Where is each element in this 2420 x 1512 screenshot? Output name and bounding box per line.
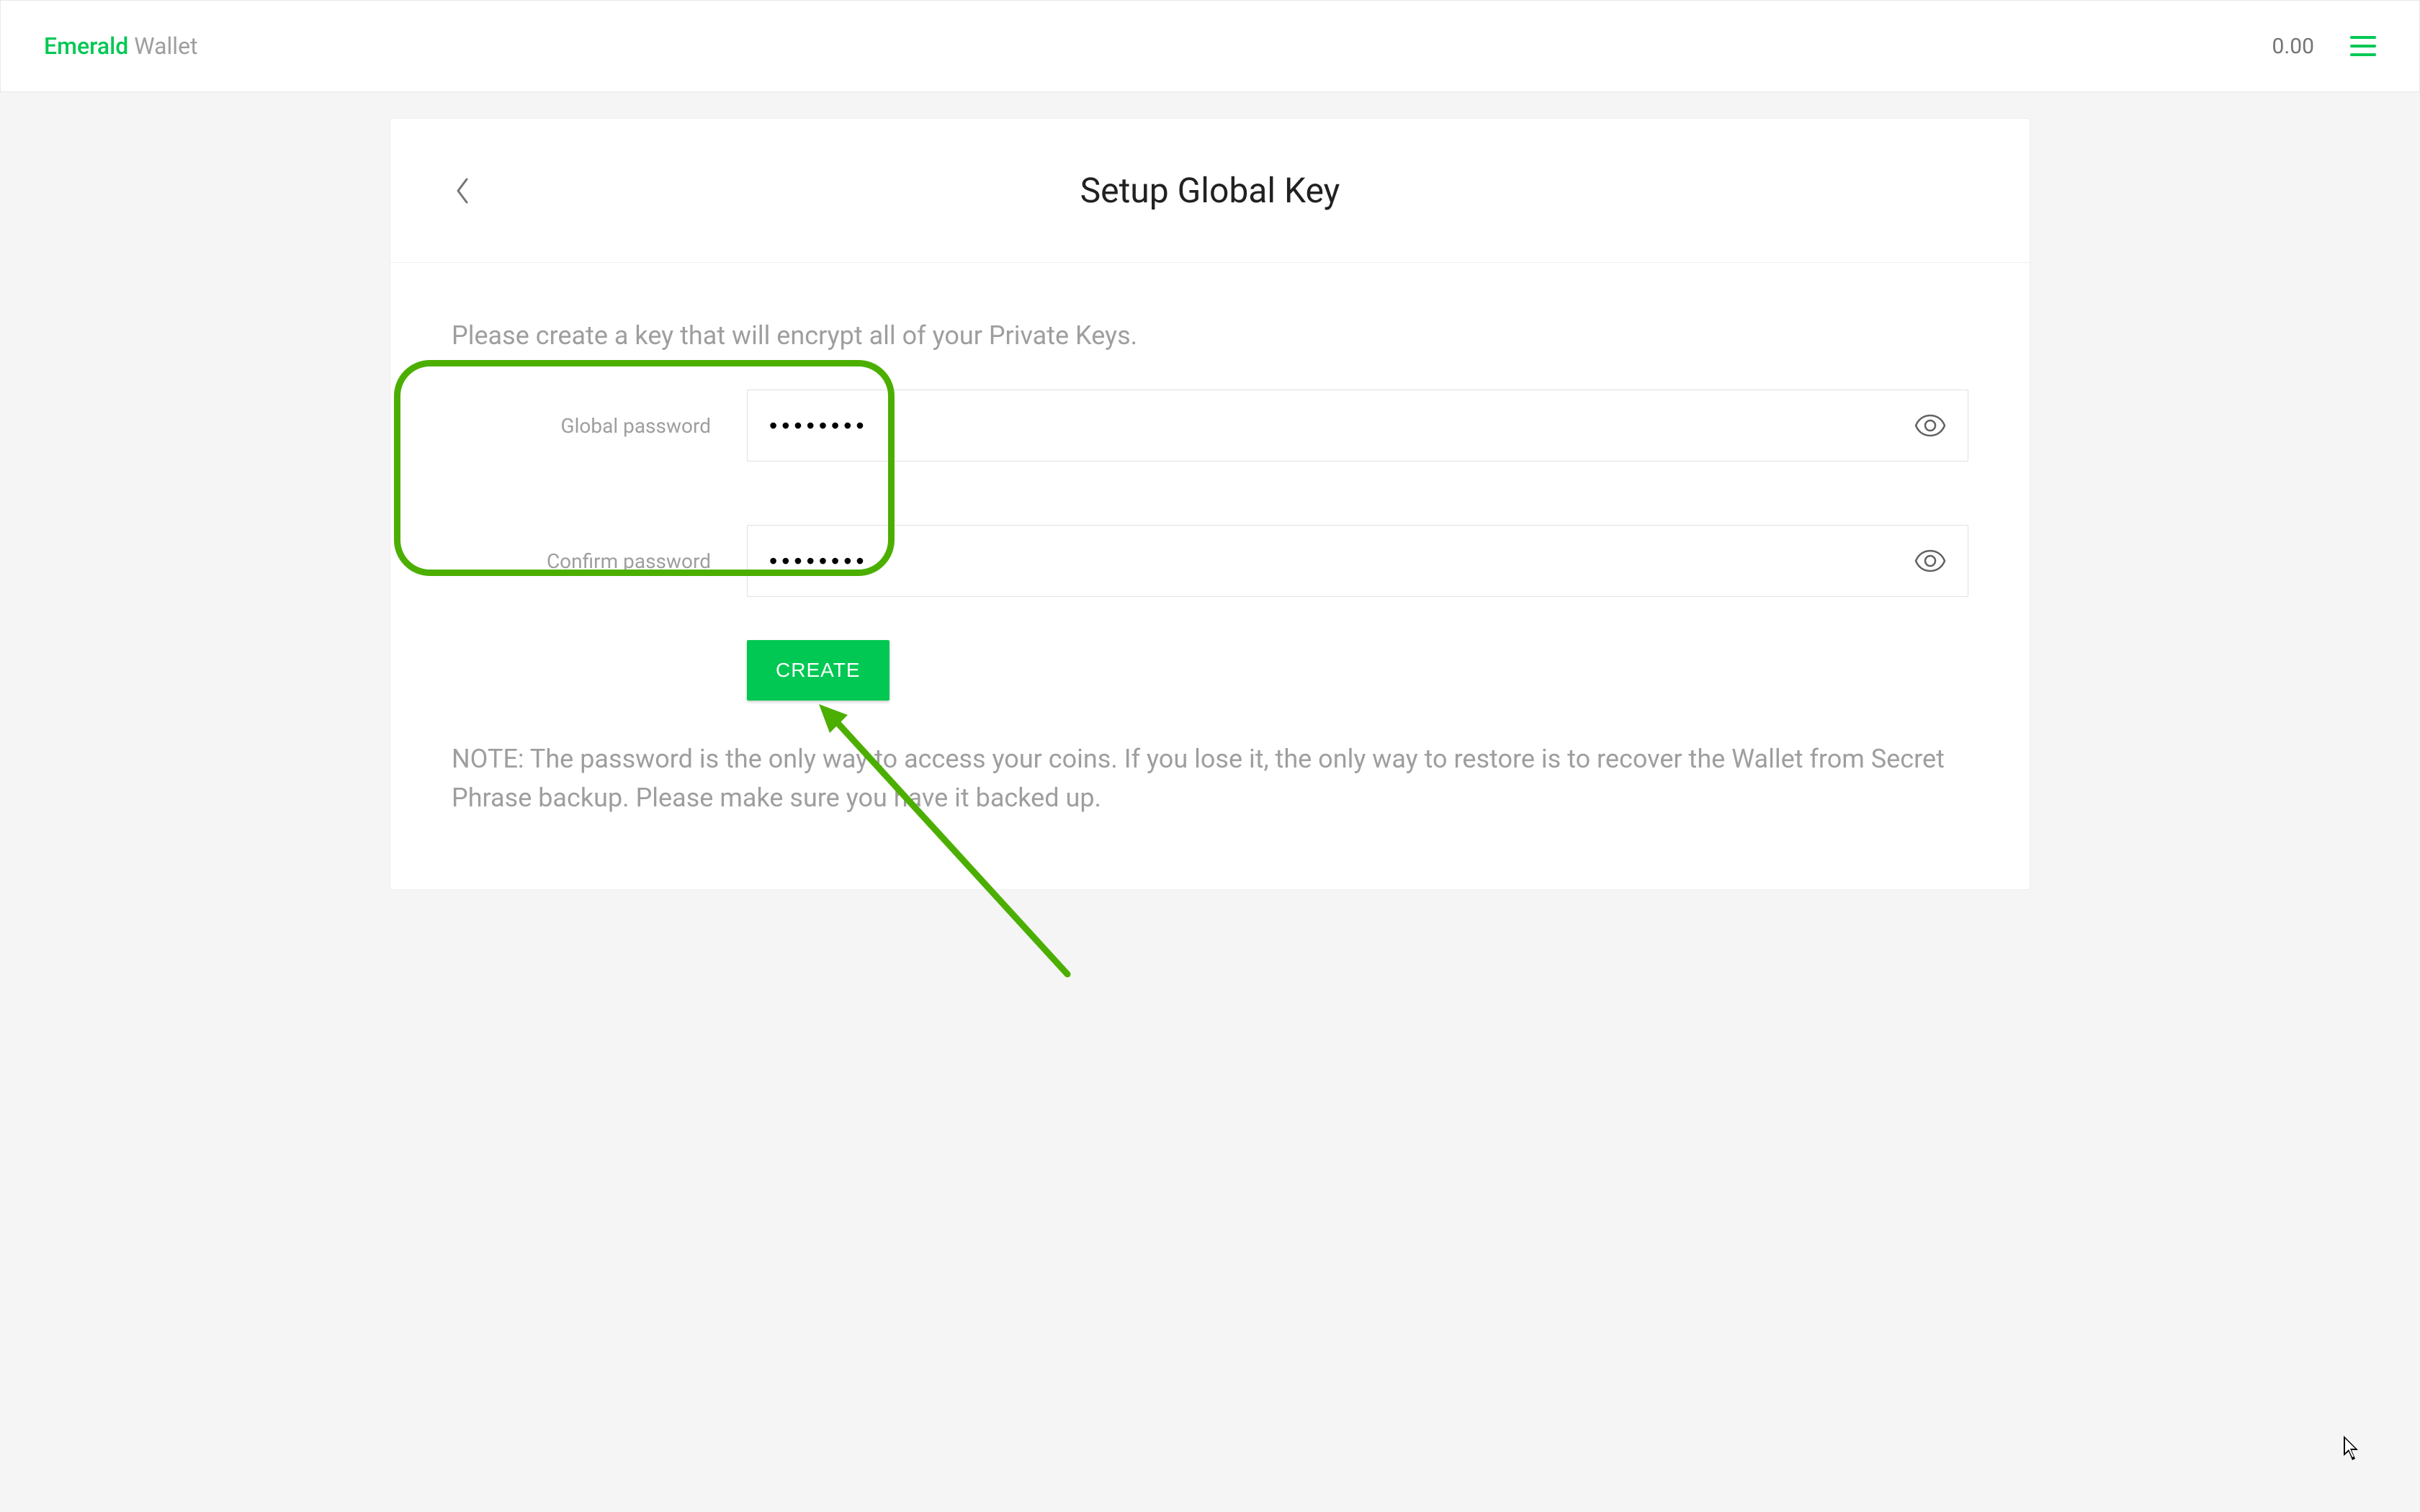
mouse-cursor (2344, 1436, 2361, 1462)
confirm-password-input-wrapper (747, 525, 1968, 597)
global-password-input[interactable] (748, 390, 1893, 461)
global-password-row: Global password (452, 390, 1968, 462)
setup-card: Setup Global Key Please create a key tha… (390, 118, 2030, 890)
card-header: Setup Global Key (390, 119, 2030, 263)
show-confirm-password-button[interactable] (1893, 549, 1968, 572)
chevron-left-icon (455, 178, 470, 204)
confirm-password-row: Confirm password (452, 525, 1968, 597)
confirm-password-label: Confirm password (547, 549, 711, 573)
page-title: Setup Global Key (1080, 170, 1340, 211)
menu-icon[interactable] (2350, 36, 2376, 56)
create-button[interactable]: CREATE (747, 640, 889, 701)
eye-icon (1914, 549, 1946, 572)
note-text: NOTE: The password is the only way to ac… (452, 739, 1968, 817)
global-password-input-wrapper (747, 390, 1968, 462)
confirm-password-input[interactable] (748, 526, 1893, 596)
back-button[interactable] (448, 176, 477, 205)
show-password-button[interactable] (1893, 414, 1968, 437)
brand-emerald: Emerald (44, 32, 128, 60)
annotation-arrow (808, 693, 1075, 981)
topbar: Emerald Wallet 0.00 (0, 0, 2420, 92)
app-brand: Emerald Wallet (44, 32, 198, 60)
balance-value: 0.00 (2272, 34, 2315, 59)
global-password-label: Global password (561, 414, 711, 438)
card-body: Please create a key that will encrypt al… (390, 263, 2030, 889)
topbar-right: 0.00 (2272, 34, 2377, 59)
main-content: Setup Global Key Please create a key tha… (0, 92, 2420, 916)
brand-wallet: Wallet (128, 32, 197, 60)
intro-text: Please create a key that will encrypt al… (452, 320, 1968, 351)
button-row: CREATE (747, 640, 1968, 701)
eye-icon (1914, 414, 1946, 437)
